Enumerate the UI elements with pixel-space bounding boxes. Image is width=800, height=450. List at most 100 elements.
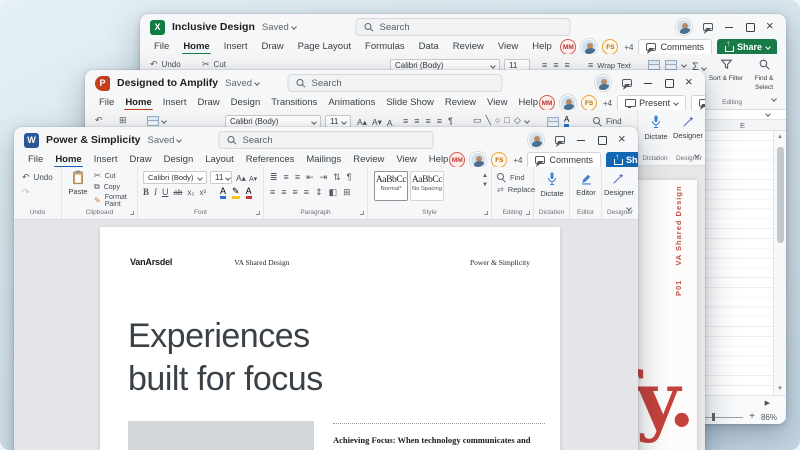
ppt-saved-status[interactable]: Saved	[225, 78, 260, 89]
minimize-icon[interactable]	[576, 135, 586, 145]
presence-avatar-mm[interactable]: MM	[560, 39, 577, 55]
dialog-launcher-icon[interactable]	[256, 211, 260, 215]
user-avatar[interactable]	[595, 75, 611, 91]
dictate-button[interactable]: Dictate	[537, 171, 567, 198]
dialog-launcher-icon[interactable]	[130, 211, 134, 215]
word-search-input[interactable]: Search	[218, 131, 434, 149]
ppt-search-input[interactable]: Search	[287, 74, 503, 92]
font-size-select[interactable]: 11	[210, 171, 232, 184]
user-avatar[interactable]	[676, 19, 692, 35]
ppt-tab-slide-show[interactable]: Slide Show	[385, 97, 435, 110]
excel-cell-style-buttons[interactable]	[648, 60, 687, 70]
dialog-launcher-icon[interactable]	[526, 211, 530, 215]
excel-find-select-button[interactable]: Find & Select	[746, 58, 782, 91]
present-button[interactable]: Present	[617, 94, 687, 112]
font-style-buttons[interactable]: B I U ab x₂ x²	[143, 188, 206, 197]
ppt-tab-view[interactable]: View	[486, 97, 508, 110]
word-saved-status[interactable]: Saved	[148, 135, 183, 146]
excel-tab-insert[interactable]: Insert	[223, 41, 249, 54]
find-button[interactable]: Find	[497, 173, 525, 182]
format-painter-button[interactable]: ✎ Format Paint	[94, 194, 137, 208]
maximize-icon[interactable]	[597, 135, 607, 145]
minimize-icon[interactable]	[724, 22, 734, 32]
minimize-icon[interactable]	[643, 78, 653, 88]
ppt-list-buttons[interactable]: ≡ ≡ ≡ ≡ ¶	[403, 117, 453, 126]
maximize-icon[interactable]	[664, 78, 674, 88]
ppt-tab-draw[interactable]: Draw	[196, 97, 220, 110]
presence-avatar-fs[interactable]: FS	[491, 152, 508, 168]
style-card-no-spacing[interactable]: AaBbCc No Spacing	[410, 171, 444, 201]
meet-chat-icon[interactable]	[622, 79, 632, 87]
excel-tab-home[interactable]: Home	[182, 41, 212, 55]
word-tab-references[interactable]: References	[245, 154, 296, 167]
scroll-down-icon[interactable]: ▼	[777, 386, 783, 392]
excel-tab-page-layout[interactable]: Page Layout	[297, 41, 352, 54]
ppt-find-button[interactable]: Find	[593, 117, 622, 126]
close-icon[interactable]	[618, 132, 628, 145]
paragraph-list-buttons[interactable]: ≣ ≡ ≡ ⇤ ⇥ ⇅ ¶	[270, 173, 352, 182]
ribbon-collapse-icon[interactable]	[771, 96, 777, 102]
excel-saved-status[interactable]: Saved	[262, 22, 297, 33]
word-tab-mailings[interactable]: Mailings	[305, 154, 342, 167]
excel-vertical-scrollbar[interactable]: ▲ ▼	[773, 131, 786, 395]
style-card-normal[interactable]: AaBbCc Normal*	[374, 171, 408, 201]
word-tab-view[interactable]: View	[395, 154, 417, 167]
ppt-designer-button[interactable]: Designer	[673, 114, 703, 140]
presence-avatar-mm[interactable]: MM	[539, 95, 555, 111]
scroll-up-icon[interactable]: ▲	[777, 134, 783, 140]
word-tab-review[interactable]: Review	[352, 154, 385, 167]
font-name-select[interactable]: Calibri (Body)	[143, 171, 207, 184]
presence-avatar-photo[interactable]	[560, 95, 576, 111]
undo-button[interactable]: ↶ Undo	[22, 173, 53, 182]
dialog-launcher-icon[interactable]	[484, 211, 488, 215]
presence-overflow[interactable]: +4	[603, 99, 612, 108]
excel-sort-filter-button[interactable]: Sort & Filter	[708, 58, 744, 82]
presence-overflow[interactable]: +4	[513, 156, 522, 165]
dialog-launcher-icon[interactable]	[360, 211, 364, 215]
ppt-tab-file[interactable]: File	[98, 97, 115, 110]
share-button[interactable]: Share	[605, 151, 638, 169]
ppt-dictate-button[interactable]: Dictate	[641, 114, 671, 141]
replace-button[interactable]: ⇄ Replace	[497, 186, 535, 194]
excel-undo-button[interactable]: ↶ Undo	[150, 60, 181, 69]
word-tab-layout[interactable]: Layout	[204, 154, 235, 167]
document-page[interactable]: VanArsdel VA Shared Design Power & Simpl…	[100, 227, 560, 450]
excel-tab-view[interactable]: View	[497, 41, 519, 54]
ppt-tab-transitions[interactable]: Transitions	[270, 97, 318, 110]
ppt-paste-button[interactable]: ⊞	[119, 116, 127, 125]
ppt-tab-home[interactable]: Home	[124, 97, 154, 111]
maximize-icon[interactable]	[745, 22, 755, 32]
excel-app-icon[interactable]: X	[150, 19, 165, 35]
ppt-arrange-buttons[interactable]: A	[547, 116, 570, 127]
font-grow-shrink[interactable]: A▴ A▾	[236, 173, 257, 184]
close-icon[interactable]	[766, 19, 776, 32]
presence-avatar-fs[interactable]: FS	[581, 95, 597, 111]
meet-chat-icon[interactable]	[703, 23, 713, 31]
paragraph-align-buttons[interactable]: ≡ ≡ ≡ ≡ ⇕ ◧ ⊞	[270, 188, 351, 197]
presence-avatar-mm[interactable]: MM	[449, 152, 466, 168]
excel-tab-file[interactable]: File	[153, 41, 170, 54]
presence-avatar-photo[interactable]	[581, 39, 598, 55]
excel-tab-review[interactable]: Review	[452, 41, 485, 54]
word-tab-help[interactable]: Help	[428, 154, 450, 167]
excel-tab-data[interactable]: Data	[418, 41, 440, 54]
ppt-tab-design[interactable]: Design	[230, 97, 262, 110]
word-tab-draw[interactable]: Draw	[128, 154, 152, 167]
style-gallery-arrows[interactable]: ▲ ▼	[482, 173, 488, 188]
comments-button[interactable]: Comments	[691, 94, 705, 112]
word-tab-insert[interactable]: Insert	[93, 154, 119, 167]
ppt-tab-insert[interactable]: Insert	[162, 97, 188, 110]
ppt-shapes-gallery[interactable]: ▭ ╲ ○ □ ◇	[473, 116, 530, 125]
comments-button[interactable]: Comments	[527, 151, 601, 169]
copy-button[interactable]: ⧉ Copy	[94, 183, 120, 191]
excel-clipboard-group[interactable]: ✂ Cut	[202, 60, 226, 69]
excel-alignment-group[interactable]: ≡ ≡ ≡	[542, 61, 570, 70]
presence-avatar-photo[interactable]	[470, 152, 487, 168]
scrollbar-thumb[interactable]	[777, 147, 784, 243]
word-tab-home[interactable]: Home	[54, 154, 84, 168]
excel-search-input[interactable]: Search	[355, 18, 571, 36]
meet-chat-icon[interactable]	[555, 136, 565, 144]
excel-tab-help[interactable]: Help	[531, 41, 553, 54]
excel-tab-formulas[interactable]: Formulas	[364, 41, 406, 54]
editor-button[interactable]: Editor	[572, 171, 600, 197]
